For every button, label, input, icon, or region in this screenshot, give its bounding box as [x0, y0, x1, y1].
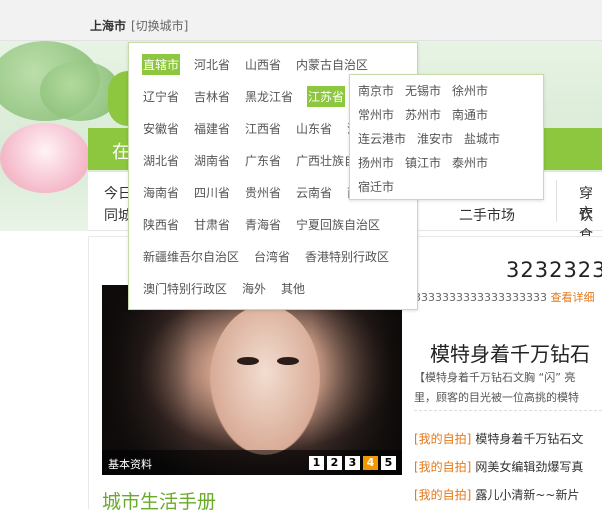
- sub-number: 3333333333333333333: [414, 291, 547, 304]
- province-option[interactable]: 云南省: [295, 182, 333, 203]
- top-bar: 上海市 [切换城市]: [0, 0, 602, 41]
- number-subline: 3333333333333333333 查看详细: [414, 289, 594, 305]
- province-option[interactable]: 江苏省: [307, 86, 346, 107]
- province-row: 陕西省 甘肃省 青海省 宁夏回族自治区: [142, 214, 394, 235]
- slideshow-page-button[interactable]: 3: [345, 456, 360, 470]
- province-option[interactable]: 海南省: [142, 182, 180, 203]
- more-details-link[interactable]: 查看详细: [550, 291, 594, 304]
- province-option[interactable]: 湖北省: [142, 150, 180, 171]
- news-list-item[interactable]: [我的自拍] 模特身着千万钻石文: [414, 430, 583, 447]
- city-row: 常州市 苏州市 南通市: [358, 106, 499, 123]
- city-row: 宿迁市: [358, 178, 405, 195]
- province-option[interactable]: 江西省: [244, 118, 282, 139]
- divider: [556, 180, 557, 222]
- city-option[interactable]: 连云港市: [358, 130, 406, 147]
- news-lede: 里，顾客的目光被一位高挑的模特: [414, 391, 579, 404]
- current-city: 上海市: [90, 19, 127, 33]
- province-option[interactable]: 湖南省: [193, 150, 231, 171]
- city-row: 扬州市 镇江市 泰州市: [358, 154, 499, 171]
- news-list-item[interactable]: [我的自拍] 露儿小清新~~新片: [414, 486, 580, 503]
- news-lede: 【模特身着千万钻石文胸 “闪” 亮: [414, 371, 576, 384]
- province-row: 直辖市 河北省 山西省 内蒙古自治区: [142, 54, 382, 75]
- province-option[interactable]: 台湾省: [253, 246, 291, 267]
- province-option[interactable]: 福建省: [193, 118, 231, 139]
- province-row: 新疆维吾尔自治区 台湾省 香港特别行政区: [142, 246, 403, 267]
- slideshow-page-button-active[interactable]: 4: [363, 456, 378, 470]
- province-option[interactable]: 内蒙古自治区: [295, 54, 369, 75]
- section-title-handbook[interactable]: 城市生活手册: [102, 487, 216, 514]
- slideshow-caption: 基本资料: [108, 458, 152, 471]
- city-dropdown: 南京市 无锡市 徐州市 常州市 苏州市 南通市 连云港市 淮安市 盐城市 扬州市…: [349, 74, 544, 200]
- city-option[interactable]: 盐城市: [464, 130, 500, 147]
- news-title[interactable]: 网美女编辑劲爆写真: [475, 460, 583, 474]
- city-option[interactable]: 扬州市: [358, 154, 394, 171]
- province-option[interactable]: 甘肃省: [193, 214, 231, 235]
- city-option[interactable]: 南京市: [358, 82, 394, 99]
- province-option[interactable]: 澳门特别行政区: [142, 278, 228, 299]
- province-option[interactable]: 河北省: [193, 54, 231, 75]
- city-option[interactable]: 镇江市: [405, 154, 441, 171]
- slideshow-page-button[interactable]: 2: [327, 456, 342, 470]
- switch-city-link[interactable]: [切换城市]: [131, 17, 188, 34]
- news-list-item[interactable]: [我的自拍] 网美女编辑劲爆写真: [414, 458, 583, 475]
- province-option[interactable]: 其他: [280, 278, 306, 299]
- slideshow-page-button[interactable]: 1: [309, 456, 324, 470]
- city-row: 南京市 无锡市 徐州市: [358, 82, 499, 99]
- province-option[interactable]: 山东省: [295, 118, 333, 139]
- news-tag[interactable]: [我的自拍]: [414, 432, 471, 446]
- province-row: 海南省 四川省 贵州省 云南省 西: [142, 182, 373, 203]
- province-option[interactable]: 陕西省: [142, 214, 180, 235]
- divider: [414, 410, 602, 411]
- province-option[interactable]: 广西壮族自: [295, 150, 357, 171]
- province-row: 澳门特别行政区 海外 其他: [142, 278, 319, 299]
- province-option[interactable]: 黑龙江省: [244, 86, 294, 107]
- news-headline[interactable]: 模特身着千万钻石: [430, 338, 590, 367]
- province-option[interactable]: 四川省: [193, 182, 231, 203]
- news-title[interactable]: 露儿小清新~~新片: [475, 488, 579, 502]
- news-tag[interactable]: [我的自拍]: [414, 488, 471, 502]
- city-option[interactable]: 苏州市: [405, 106, 441, 123]
- city-row: 连云港市 淮安市 盐城市: [358, 130, 511, 147]
- province-option[interactable]: 新疆维吾尔自治区: [142, 246, 240, 267]
- province-option[interactable]: 广东省: [244, 150, 282, 171]
- province-option[interactable]: 吉林省: [193, 86, 231, 107]
- province-option[interactable]: 香港特别行政区: [304, 246, 390, 267]
- province-option[interactable]: 海外: [241, 278, 267, 299]
- province-option[interactable]: 宁夏回族自治区: [295, 214, 381, 235]
- photo-face: [210, 305, 320, 455]
- province-option[interactable]: 青海省: [244, 214, 282, 235]
- city-option[interactable]: 淮安市: [417, 130, 453, 147]
- service-second-hand-market[interactable]: 二手市场: [459, 205, 515, 225]
- province-option[interactable]: 安徽省: [142, 118, 180, 139]
- city-option[interactable]: 常州市: [358, 106, 394, 123]
- city-option[interactable]: 宿迁市: [358, 178, 394, 195]
- province-row: 辽宁省 吉林省 黑龙江省 江苏省: [142, 86, 358, 107]
- province-row: 湖北省 湖南省 广东省 广西壮族自: [142, 150, 370, 171]
- province-option[interactable]: 辽宁省: [142, 86, 180, 107]
- city-option[interactable]: 徐州市: [452, 82, 488, 99]
- slideshow-caption-bar: 基本资料 1 2 3 4 5: [102, 450, 402, 475]
- photo-eye: [277, 357, 299, 365]
- slideshow-photo[interactable]: [102, 285, 402, 475]
- news-title[interactable]: 模特身着千万钻石文: [475, 432, 583, 446]
- province-option[interactable]: 直辖市: [142, 54, 181, 75]
- province-row: 安徽省 福建省 江西省 山东省 河: [142, 118, 373, 139]
- news-tag[interactable]: [我的自拍]: [414, 460, 471, 474]
- city-option[interactable]: 南通市: [452, 106, 488, 123]
- slideshow-pager: 1 2 3 4 5: [309, 456, 396, 470]
- big-number: 32323232: [506, 258, 602, 282]
- lotus-decoration: [0, 123, 90, 193]
- province-option[interactable]: 山西省: [244, 54, 282, 75]
- photo-eye: [237, 357, 259, 365]
- slideshow-page-button[interactable]: 5: [381, 456, 396, 470]
- city-option[interactable]: 无锡市: [405, 82, 441, 99]
- city-option[interactable]: 泰州市: [452, 154, 488, 171]
- province-option[interactable]: 贵州省: [244, 182, 282, 203]
